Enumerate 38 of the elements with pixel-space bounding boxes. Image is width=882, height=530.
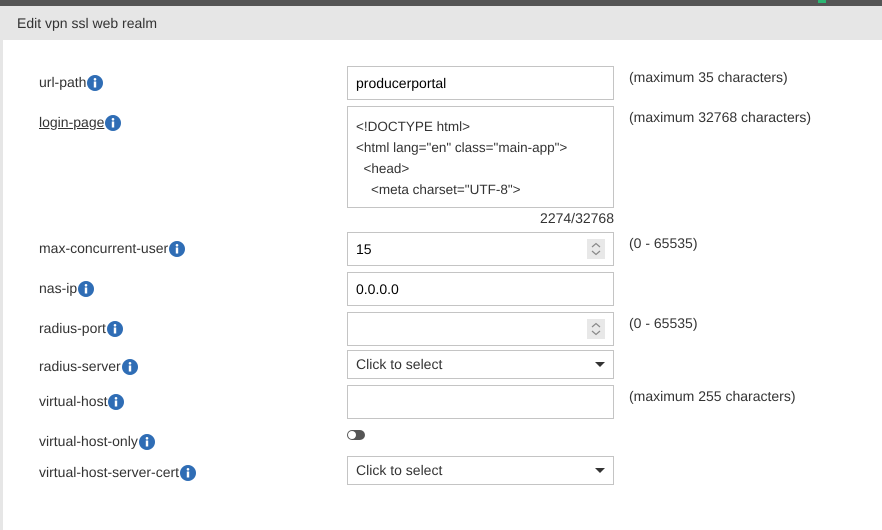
info-icon[interactable] [138,434,155,450]
input-field[interactable]: 0.0.0.0 [347,272,614,306]
input-field[interactable]: producerportal [347,66,614,100]
field-label: nas-ip [39,279,78,298]
dialog-header: Edit vpn ssl web realm [0,6,882,40]
field-label: max-concurrent-user [39,239,168,258]
field-hint: (0 - 65535) [629,314,698,333]
info-icon[interactable] [87,74,104,90]
number-field[interactable] [347,312,614,346]
info-icon[interactable] [169,240,186,256]
field-label: virtual-host-only [39,432,138,451]
field-hint: (maximum 35 characters) [629,68,788,87]
field-label: radius-port [39,319,106,338]
field-label-link[interactable]: login-page [39,112,104,133]
info-icon[interactable] [78,280,94,296]
select-dropdown[interactable]: Click to select [347,456,614,485]
info-icon[interactable] [108,394,124,410]
info-icon[interactable] [105,114,122,130]
info-icon[interactable] [106,320,123,336]
spinner-icon[interactable] [587,319,605,339]
field-label: virtual-host [39,392,108,411]
spinner-icon[interactable] [587,239,605,259]
input-field[interactable] [347,385,614,419]
textarea-field[interactable]: <!DOCTYPE html> <html lang="en" class="main-app"> <head> <meta charset="UTF-8"> [347,106,614,208]
info-icon[interactable] [180,464,196,480]
character-counter: 2274/32768 [540,210,614,226]
select-dropdown[interactable]: Click to select [347,350,614,379]
field-hint: (maximum 32768 characters) [629,108,812,127]
number-field[interactable]: 15 [347,232,614,266]
field-label: radius-server [39,357,121,376]
info-icon[interactable] [122,358,138,374]
field-hint: (maximum 255 characters) [629,387,796,406]
caret-icon [595,362,605,367]
field-label: url-path [39,73,86,92]
field-hint: (0 - 65535) [629,234,698,253]
field-label: virtual-host-server-cert [39,463,180,482]
caret-icon [595,468,605,473]
toggle-switch[interactable] [347,430,365,440]
